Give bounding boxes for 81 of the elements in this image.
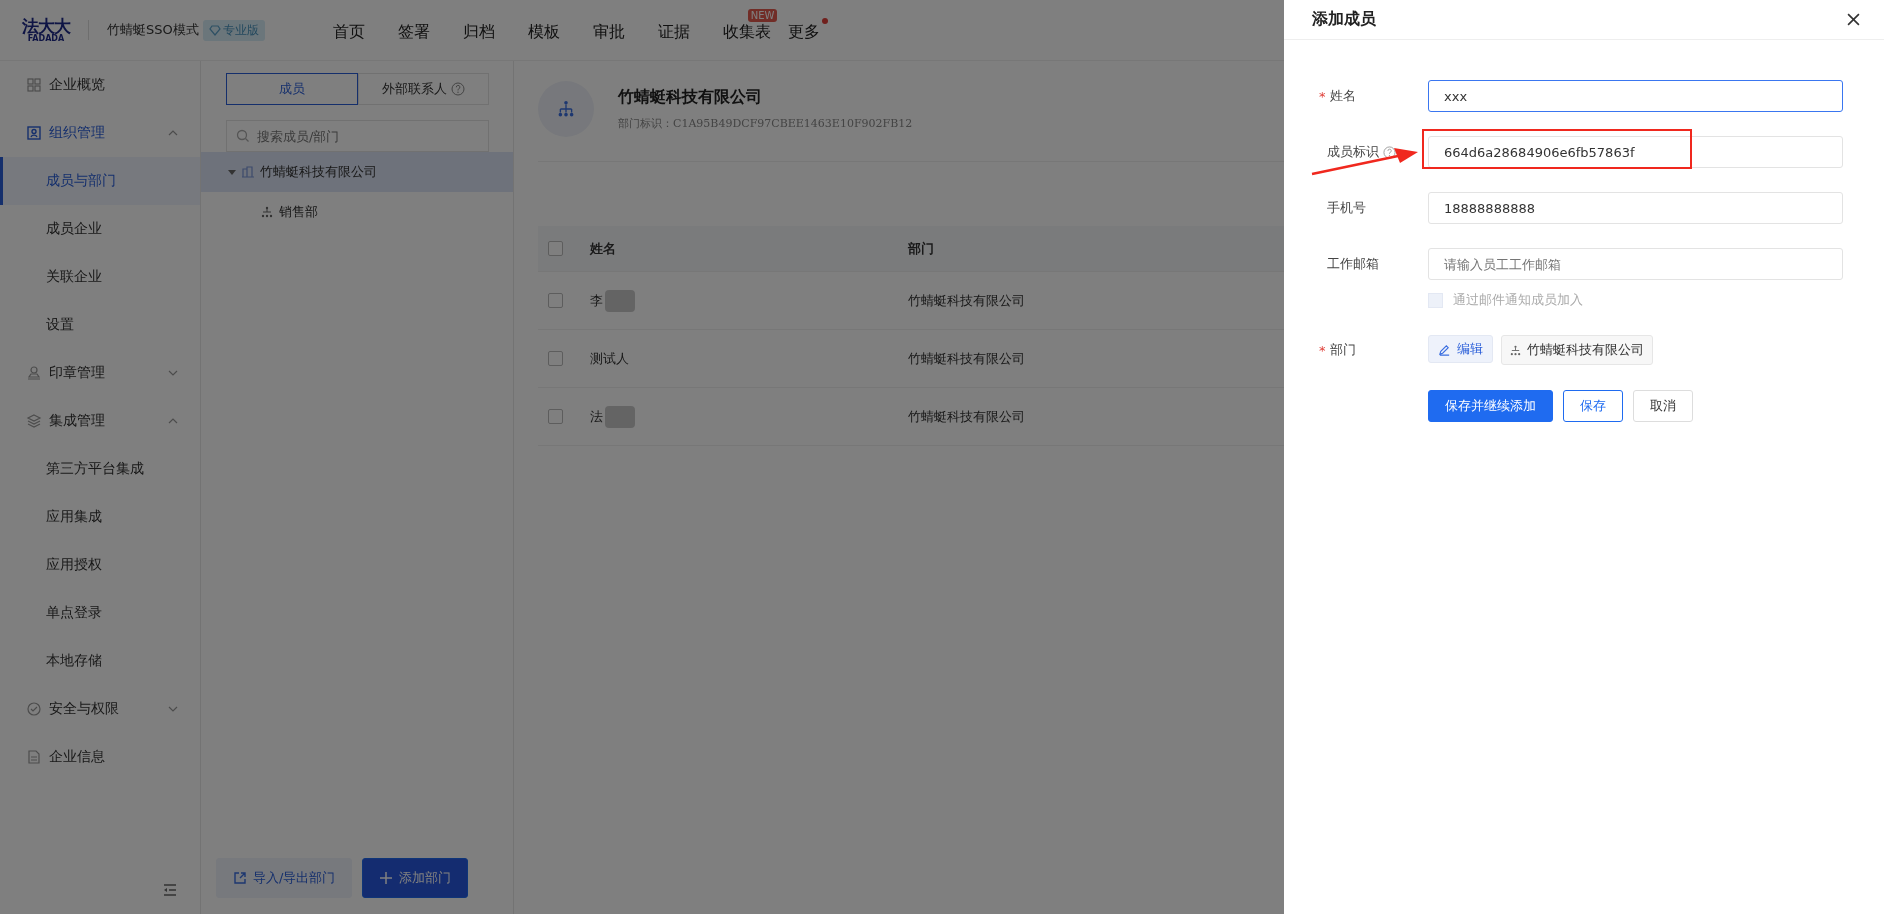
org-chart-icon (557, 100, 575, 118)
sidebar-subitem[interactable]: 第三方平台集成 (0, 445, 200, 493)
sidebar-item[interactable]: 企业概览 (0, 61, 200, 109)
table-cell: 竹蜻蜓科技有限公司 (908, 349, 1025, 368)
sidebar-subitem[interactable]: 本地存储 (0, 637, 200, 685)
checkbox[interactable] (548, 241, 563, 256)
column-header: 姓名 (589, 239, 617, 258)
sidebar-item[interactable]: 安全与权限 (0, 685, 200, 733)
sidebar-item[interactable]: 集成管理 (0, 397, 200, 445)
tab[interactable]: 外部联系人 (357, 73, 489, 105)
new-badge: NEW (747, 8, 778, 22)
table-cell: 李 (590, 291, 603, 310)
checkbox[interactable] (548, 409, 563, 424)
overlay-mask[interactable] (0, 0, 1284, 914)
save-and-continue-button[interactable]: 保存并继续添加 (1428, 390, 1553, 422)
save-button[interactable]: 保存 (1563, 390, 1623, 422)
drawer-title: 添加成员 (1312, 9, 1376, 30)
notification-dot (821, 17, 828, 24)
plus-icon (379, 871, 394, 885)
add-department-button[interactable]: 添加部门 (362, 858, 469, 898)
sidebar-subitem[interactable]: 成员企业 (0, 205, 200, 253)
collapse-icon[interactable] (162, 882, 178, 898)
field-label: 手机号 (1327, 199, 1366, 217)
logo-text: 法大大 (22, 17, 70, 35)
field-label: 姓名 (1329, 87, 1356, 105)
export-icon (233, 871, 247, 885)
import-export-button[interactable]: 导入/导出部门 (216, 858, 353, 898)
table-cell: 法 (590, 407, 603, 426)
required-mark: * (1319, 342, 1326, 358)
table-cell: 测试人 (590, 349, 629, 368)
nav-link[interactable]: 归档 (462, 17, 503, 43)
sidebar-item[interactable]: 印章管理 (0, 349, 200, 397)
field-label: 成员标识 (1327, 143, 1379, 161)
diamond-icon (208, 24, 221, 36)
tree-node[interactable]: 销售部 (201, 192, 513, 232)
required-mark: * (1319, 88, 1326, 104)
table-cell: 竹蜻蜓科技有限公司 (908, 407, 1025, 426)
sidebar-subitem[interactable]: 成员与部门 (0, 157, 200, 205)
layers-icon (26, 413, 42, 429)
edition-badge: 专业版 (202, 19, 265, 41)
tree-node[interactable]: 竹蜻蜓科技有限公司 (201, 152, 513, 192)
input-field[interactable]: 请输入员工工作邮箱 (1428, 248, 1843, 280)
logo-subtitle: FADADA (27, 34, 65, 43)
department-tag: 竹蜻蜓科技有限公司 (1501, 335, 1653, 365)
org-chart-icon (261, 206, 273, 218)
stamp-icon (26, 365, 42, 381)
org-chart-icon (1510, 344, 1521, 356)
table-cell: 竹蜻蜓科技有限公司 (908, 291, 1025, 310)
nav-link[interactable]: 更多 (787, 17, 828, 43)
nav-link[interactable]: 模板 (527, 17, 568, 43)
input-field[interactable]: xxx (1428, 80, 1843, 112)
nav-link[interactable]: 审批 (592, 17, 633, 43)
sidebar-subitem[interactable]: 关联企业 (0, 253, 200, 301)
sidebar-subitem[interactable]: 设置 (0, 301, 200, 349)
field-label: 工作邮箱 (1327, 255, 1379, 273)
grid-icon (26, 77, 42, 93)
sidebar-item[interactable]: 企业信息 (0, 733, 200, 781)
field-label: 部门 (1329, 341, 1356, 359)
checkbox[interactable] (548, 293, 563, 308)
nav-link[interactable]: 证据 (657, 17, 698, 43)
sidebar-item[interactable]: 组织管理 (0, 109, 200, 157)
edit-button[interactable]: 编辑 (1428, 335, 1493, 363)
sidebar-subitem[interactable]: 单点登录 (0, 589, 200, 637)
building-icon (242, 166, 254, 178)
sidebar-subitem[interactable]: 应用集成 (0, 493, 200, 541)
input-field[interactable]: 664d6a28684906e6fb57863f (1428, 136, 1843, 168)
column-header: 部门 (908, 239, 934, 258)
pencil-icon (1438, 342, 1451, 356)
nav-link[interactable]: 首页 (332, 17, 373, 43)
department-name: 竹蜻蜓科技有限公司 (618, 87, 763, 108)
document-icon (26, 749, 42, 765)
mode-label: 竹蜻蜓SSO模式 (107, 21, 199, 39)
id-card-icon (26, 125, 42, 141)
cancel-button[interactable]: 取消 (1633, 390, 1693, 422)
checkbox[interactable] (548, 351, 563, 366)
input-field[interactable]: 18888888888 (1428, 192, 1843, 224)
tab[interactable]: 成员 (226, 73, 358, 105)
close-icon[interactable] (1847, 13, 1860, 26)
sidebar-subitem[interactable]: 应用授权 (0, 541, 200, 589)
checkbox-label: 通过邮件通知成员加入 (1453, 291, 1583, 309)
nav-link[interactable]: 签署 (397, 17, 438, 43)
